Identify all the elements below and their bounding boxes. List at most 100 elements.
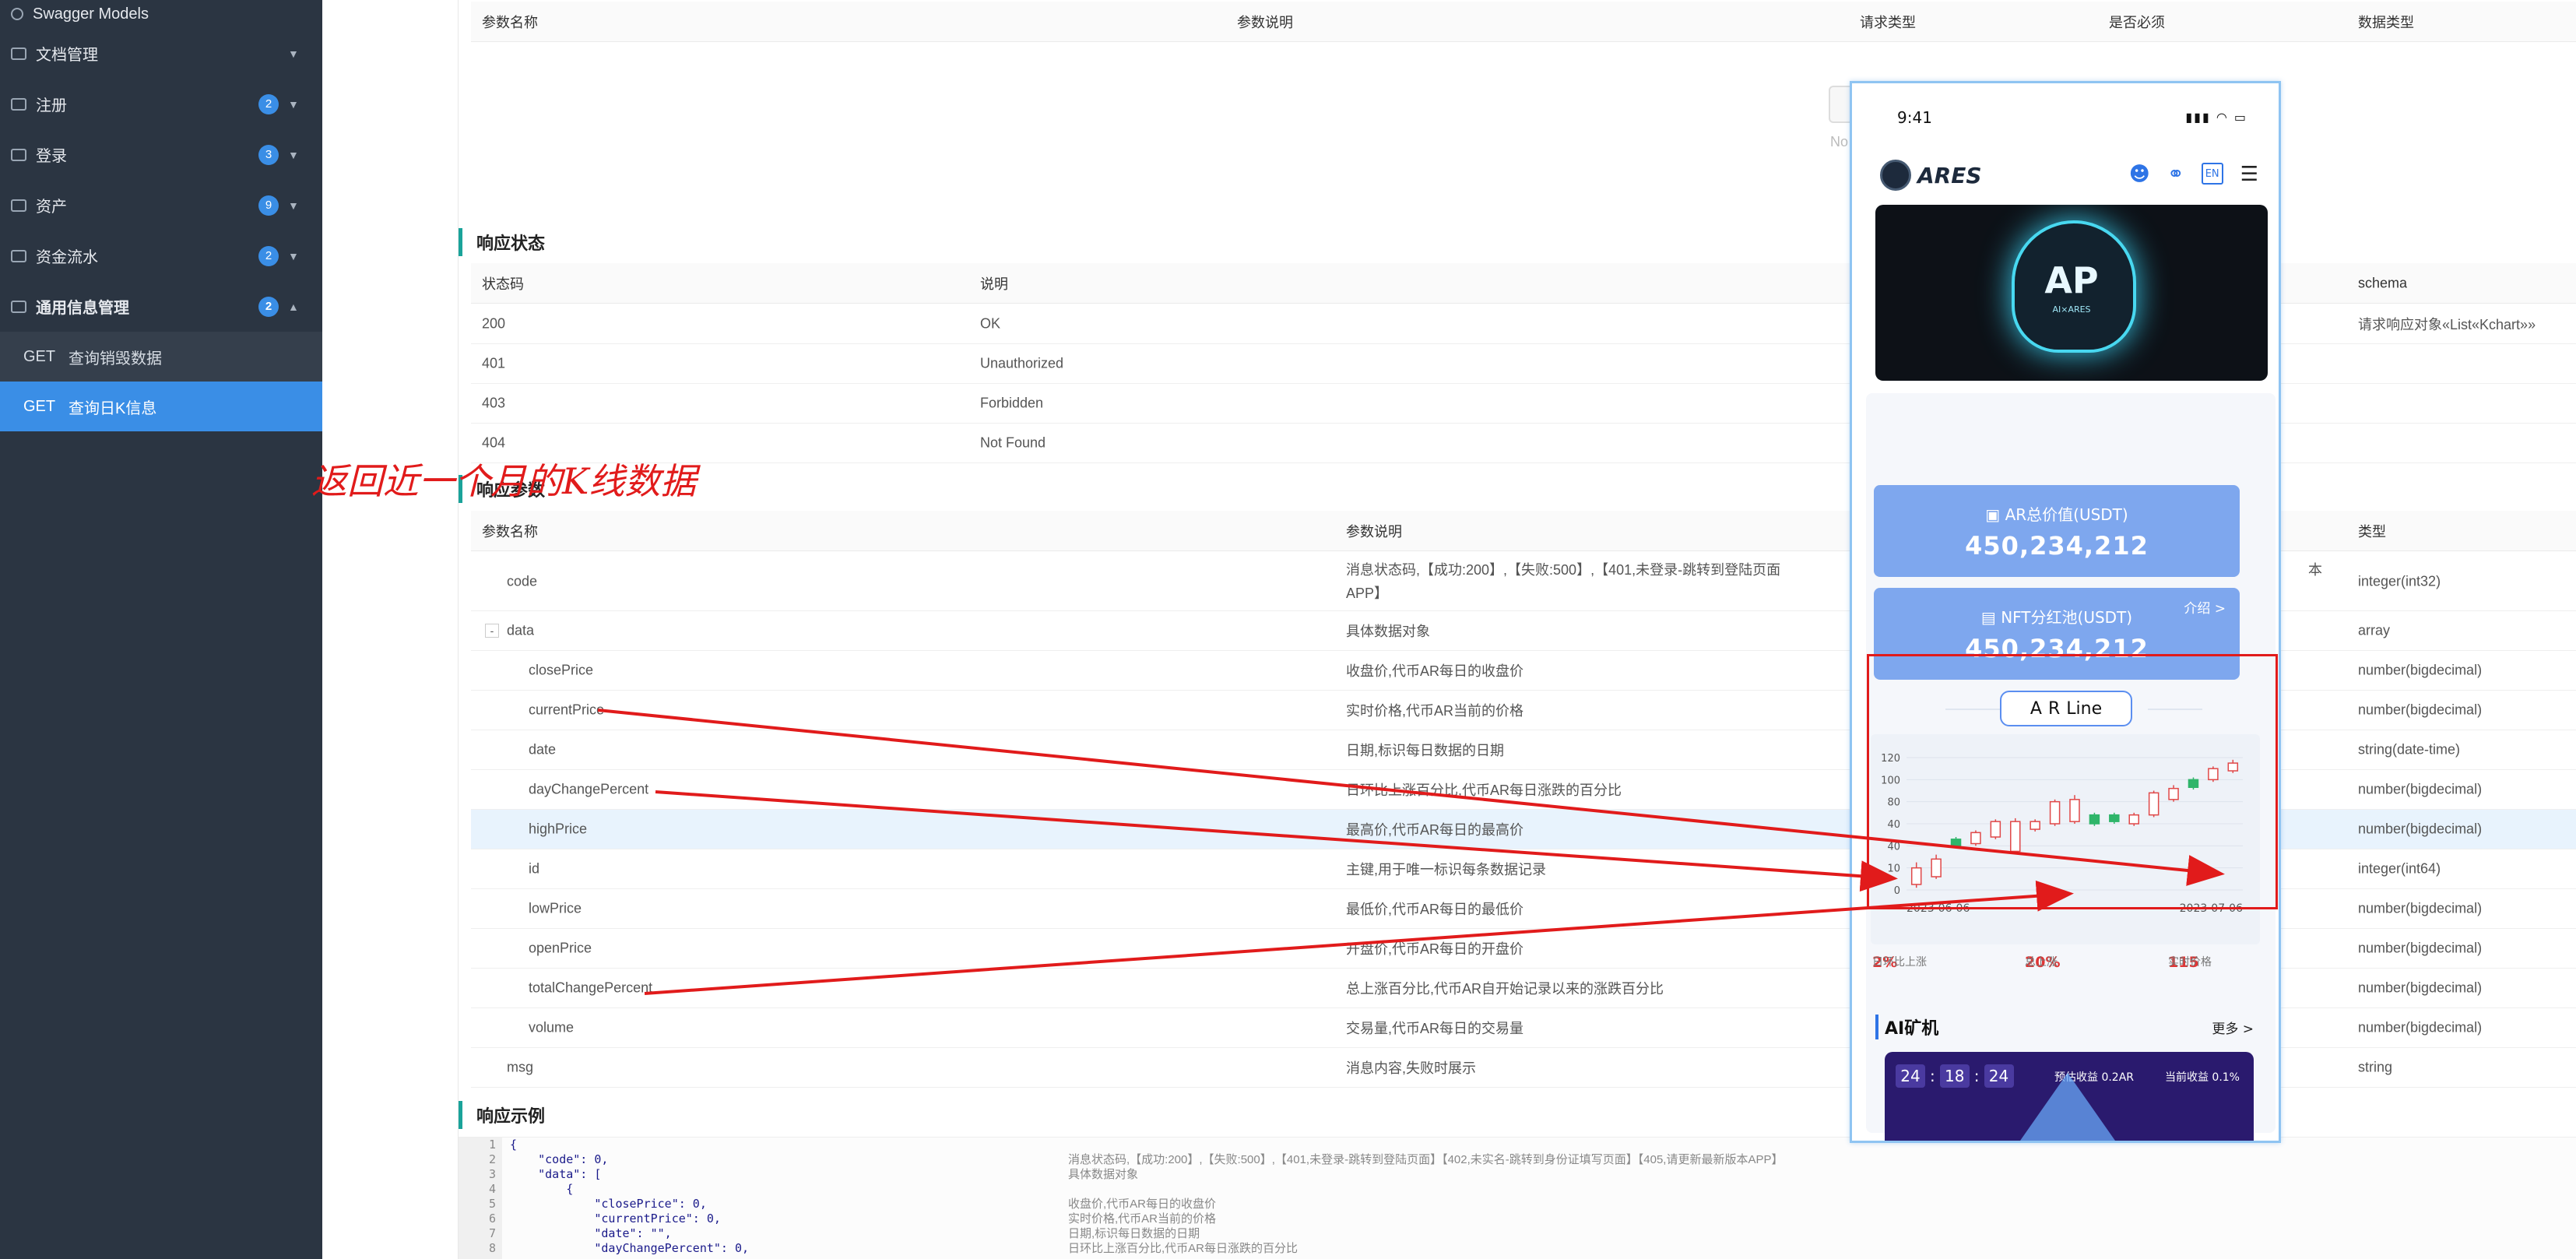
code-line: 4 — [488, 1182, 496, 1196]
gutter — [322, 0, 459, 1259]
sidebar-item-3[interactable]: 资产 9 ▼ — [0, 180, 322, 230]
signal-wifi-battery-icon: ▮▮▮ ◠ ▭ — [2185, 110, 2247, 125]
sidebar-item-4[interactable]: 资金流水 2 ▼ — [0, 230, 322, 281]
code-line: 7 — [488, 1226, 496, 1240]
header-resp-desc: 参数说明 — [1346, 523, 1402, 540]
header-resp-name: 参数名称 — [482, 523, 538, 540]
code-line: 消息状态码,【成功:200】,【失败:500】,【401,未登录-跳转到登陆页面… — [1068, 1153, 1784, 1166]
nav-icons: ☻ ⚭ EN ☰ — [2129, 163, 2258, 186]
user-icon[interactable]: ☻ — [2129, 163, 2150, 186]
sidebar-item-0[interactable]: 文档管理 ▼ — [0, 28, 322, 79]
code-line: 6 — [488, 1212, 496, 1226]
param-type: string — [2358, 1059, 2393, 1075]
param-name: data — [507, 622, 535, 638]
code-line: 3 — [488, 1167, 496, 1181]
header-request-type: 请求类型 — [1860, 14, 1916, 30]
chevron-up-icon: ▲ — [288, 300, 299, 313]
param-type: array — [2358, 622, 2391, 638]
section-title-example: 响应示例 — [459, 1101, 545, 1129]
code-source: { "code": 0, "data": [ { "closePrice": 0… — [510, 1138, 749, 1256]
ai-more-link[interactable]: 更多 > — [2212, 1018, 2254, 1037]
countdown-hours: 24 — [1896, 1064, 1925, 1088]
param-name: lowPrice — [529, 900, 582, 916]
sidebar-swagger-models[interactable]: Swagger Models — [0, 0, 322, 28]
language-icon[interactable]: EN — [2201, 163, 2223, 185]
header-param-desc: 参数说明 — [1237, 14, 1293, 30]
section-title-status: 响应状态 — [459, 228, 545, 256]
sidebar-sub-0[interactable]: GET 查询销毁数据 — [0, 332, 322, 382]
param-name: code — [507, 573, 538, 589]
param-name: id — [529, 860, 540, 877]
param-type: number(bigdecimal) — [2358, 702, 2483, 718]
request-table-header: 参数名称 参数说明 请求类型 是否必须 数据类型 — [471, 2, 2576, 42]
status-code: 401 — [482, 355, 506, 371]
param-type: number(bigdecimal) — [2358, 940, 2483, 956]
code-line: 收盘价,代币AR每日的收盘价 — [1068, 1197, 1217, 1211]
ai-miner-card[interactable]: 24: 18: 24 预估收益 0.2AR 当前收益 0.1% — [1885, 1052, 2254, 1141]
endpoint-label: 查询日K信息 — [69, 399, 157, 417]
count-badge: 3 — [258, 144, 279, 165]
collapse-toggle[interactable]: - — [485, 624, 499, 638]
headset-icon[interactable]: ⚭ — [2167, 163, 2184, 186]
countdown-seconds: 24 — [1984, 1064, 2014, 1088]
header-param-name: 参数名称 — [482, 14, 538, 30]
sidebar-item-label: 资金流水 — [36, 249, 98, 266]
param-type: number(bigdecimal) — [2358, 900, 2483, 916]
http-method: GET — [23, 347, 56, 365]
header-schema: schema — [2358, 275, 2408, 290]
sidebar-item-5[interactable]: 通用信息管理 2 ▲ — [0, 281, 322, 332]
param-name: volume — [529, 1019, 575, 1036]
http-method: GET — [23, 397, 56, 415]
day-change-label: 日环比上涨 — [1872, 956, 1927, 969]
param-name: highPrice — [529, 821, 588, 837]
code-line: 日期,标识每日数据的日期 — [1068, 1227, 1200, 1240]
ar-total-value-card: ▣ AR总价值(USDT) 450,234,212 — [1874, 485, 2240, 577]
code-line: 实时价格,代币AR当前的价格 — [1068, 1212, 1217, 1226]
param-desc: 消息内容,失败时展示 — [1346, 1060, 1477, 1076]
banner-mark: AP — [2044, 259, 2099, 301]
highlight-frame — [1867, 654, 2278, 909]
code-line: 具体数据对象 — [1068, 1168, 1139, 1181]
status-schema[interactable]: 请求响应对象«List«Kchart»» — [2358, 314, 2536, 334]
chevron-down-icon: ▼ — [288, 47, 299, 60]
menu-icon[interactable]: ☰ — [2240, 163, 2258, 186]
param-desc: 收盘价,代币AR每日的收盘价 — [1346, 663, 1524, 679]
status-desc: Forbidden — [980, 395, 1044, 411]
param-desc: 最低价,代币AR每日的最低价 — [1346, 902, 1524, 917]
param-desc-tail: 本 — [2308, 562, 2322, 578]
total-change-label: 总上涨 — [2025, 956, 2058, 969]
param-type: string(date-time) — [2358, 741, 2461, 758]
ares-logo-icon — [1880, 160, 1911, 191]
param-name: openPrice — [529, 940, 592, 956]
folder-icon — [11, 97, 26, 111]
annotation-text: 返回近一个月的K线数据 — [311, 460, 697, 502]
app-logo-text: ARES — [1917, 163, 1982, 188]
sidebar-item-1[interactable]: 注册 2 ▼ — [0, 79, 322, 129]
sidebar-item-2[interactable]: 登录 3 ▼ — [0, 129, 322, 180]
count-badge: 2 — [258, 93, 279, 114]
ai-miner-title: AI矿机 — [1875, 1015, 1938, 1039]
header-data-type: 数据类型 — [2358, 14, 2414, 30]
param-type: integer(int64) — [2358, 860, 2441, 877]
intro-link[interactable]: 介绍 > — [2184, 597, 2226, 617]
code-line: "closePrice": 0, — [510, 1197, 707, 1211]
folder-icon — [11, 199, 26, 212]
param-name: closePrice — [529, 662, 594, 678]
param-name: date — [529, 741, 557, 758]
header-status-desc: 说明 — [980, 276, 1008, 292]
settings-icon — [11, 8, 23, 20]
code-descriptions: 消息状态码,【成功:200】,【失败:500】,【401,未登录-跳转到登陆页面… — [1068, 1138, 1783, 1256]
status-bar: 9:41 ▮▮▮ ◠ ▭ — [1852, 83, 2279, 146]
header-status-code: 状态码 — [482, 276, 524, 292]
param-desc: 具体数据对象 — [1346, 624, 1430, 639]
chevron-down-icon: ▼ — [288, 199, 299, 212]
sidebar-item-label: 通用信息管理 — [36, 300, 129, 317]
response-example-code[interactable]: 12345678 { "code": 0, "data": [ { "close… — [459, 1137, 2576, 1259]
code-line: "dayChangePercent": 0, — [510, 1241, 750, 1255]
sidebar-sub-1[interactable]: GET 查询日K信息 — [0, 382, 322, 431]
sidebar-item-label: 注册 — [36, 97, 67, 114]
code-line: "date": "", — [510, 1226, 672, 1240]
card1-value: 450,234,212 — [1965, 531, 2149, 561]
code-line: 日环比上涨百分比,代币AR每日涨跌的百分比 — [1068, 1242, 1299, 1255]
